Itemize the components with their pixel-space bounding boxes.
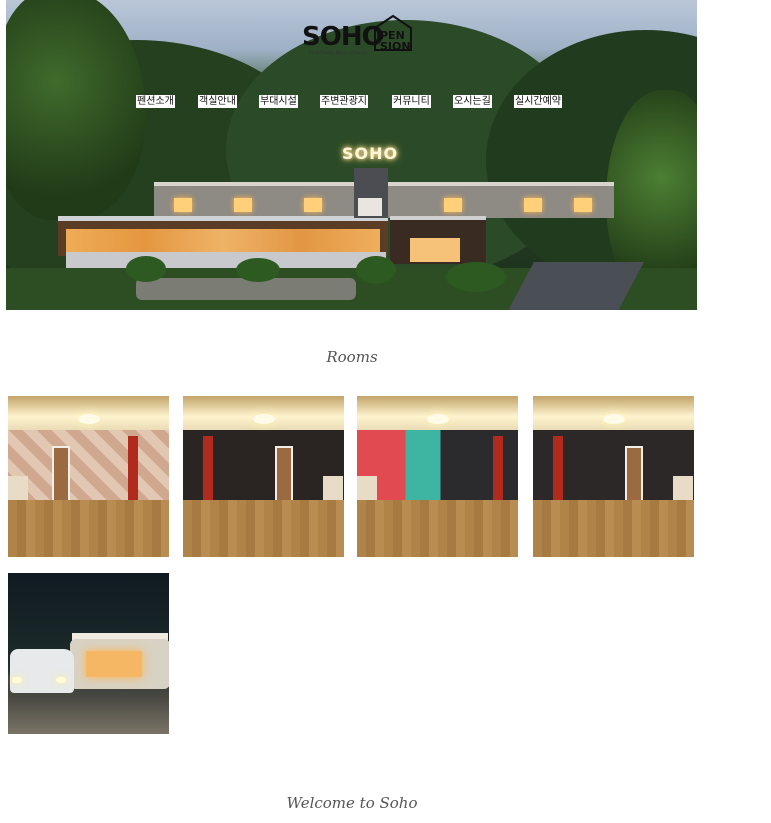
car: [10, 649, 74, 693]
tree-left: [6, 0, 146, 220]
neon-sign: SOHO: [341, 144, 399, 163]
nav-item-rooms[interactable]: 객실안내: [198, 95, 237, 108]
curtain: [553, 436, 563, 502]
caravan-window: [86, 651, 142, 677]
curtain: [128, 436, 138, 502]
window: [574, 198, 592, 212]
lit-windows: [66, 229, 380, 253]
nav-item-community[interactable]: 커뮤니티: [392, 95, 431, 108]
building-annex: [390, 216, 486, 264]
curtain: [493, 436, 503, 502]
ceiling: [533, 396, 694, 430]
room-thumbnail[interactable]: [357, 396, 518, 557]
nav-item-directions[interactable]: 오시는길: [453, 95, 492, 108]
lit-window: [410, 238, 460, 262]
door: [625, 446, 643, 502]
room-thumbnail[interactable]: [183, 396, 344, 557]
logo-badge-line2: SION: [380, 40, 411, 53]
door: [275, 446, 293, 502]
bush: [446, 262, 506, 292]
wood-floor: [533, 500, 694, 557]
bush: [236, 258, 280, 282]
rooms-heading: Rooms: [326, 348, 378, 366]
nav-item-reservation[interactable]: 실시간예약: [514, 95, 562, 108]
window: [174, 198, 192, 212]
door: [52, 446, 70, 502]
logo-wordmark: SOHO: [302, 22, 384, 52]
window: [444, 198, 462, 212]
tower-panel: [358, 198, 382, 216]
window: [524, 198, 542, 212]
ceiling-lamp: [253, 414, 275, 424]
bush: [356, 256, 396, 284]
ceiling: [357, 396, 518, 430]
ceiling-lamp: [427, 414, 449, 424]
site-logo[interactable]: SOHO PEN SION Small Private House of lux…: [302, 10, 418, 56]
headlight: [12, 677, 22, 683]
curtain: [203, 436, 213, 502]
logo-badge: PEN SION: [380, 30, 411, 52]
room-thumbnail[interactable]: [533, 396, 694, 557]
wood-floor: [8, 500, 169, 557]
logo-tagline: Small Private House of luxury: [308, 50, 368, 55]
ceiling: [8, 396, 169, 430]
ceiling: [183, 396, 344, 430]
main-nav: 펜션소개 객실안내 부대시설 주변관광지 커뮤니티 오시는길 실시간예약: [6, 95, 697, 109]
room-thumbnail[interactable]: [8, 396, 169, 557]
ceiling-lamp: [78, 414, 100, 424]
nav-item-facilities[interactable]: 부대시설: [259, 95, 298, 108]
window: [304, 198, 322, 212]
wood-floor: [357, 500, 518, 557]
building-front: [58, 216, 388, 256]
nav-item-about[interactable]: 펜션소개: [136, 95, 175, 108]
nav-item-attractions[interactable]: 주변관광지: [320, 95, 368, 108]
bush: [126, 256, 166, 282]
headlight: [56, 677, 66, 683]
hero-banner: SOHO SOHO PEN SION Small Private House o…: [6, 0, 697, 310]
welcome-heading: Welcome to Soho: [286, 794, 418, 812]
wood-floor: [183, 500, 344, 557]
window: [234, 198, 252, 212]
wall: [8, 430, 169, 500]
ceiling-lamp: [603, 414, 625, 424]
room-thumbnail-caravan[interactable]: [8, 573, 169, 734]
rock-wall: [136, 278, 356, 300]
